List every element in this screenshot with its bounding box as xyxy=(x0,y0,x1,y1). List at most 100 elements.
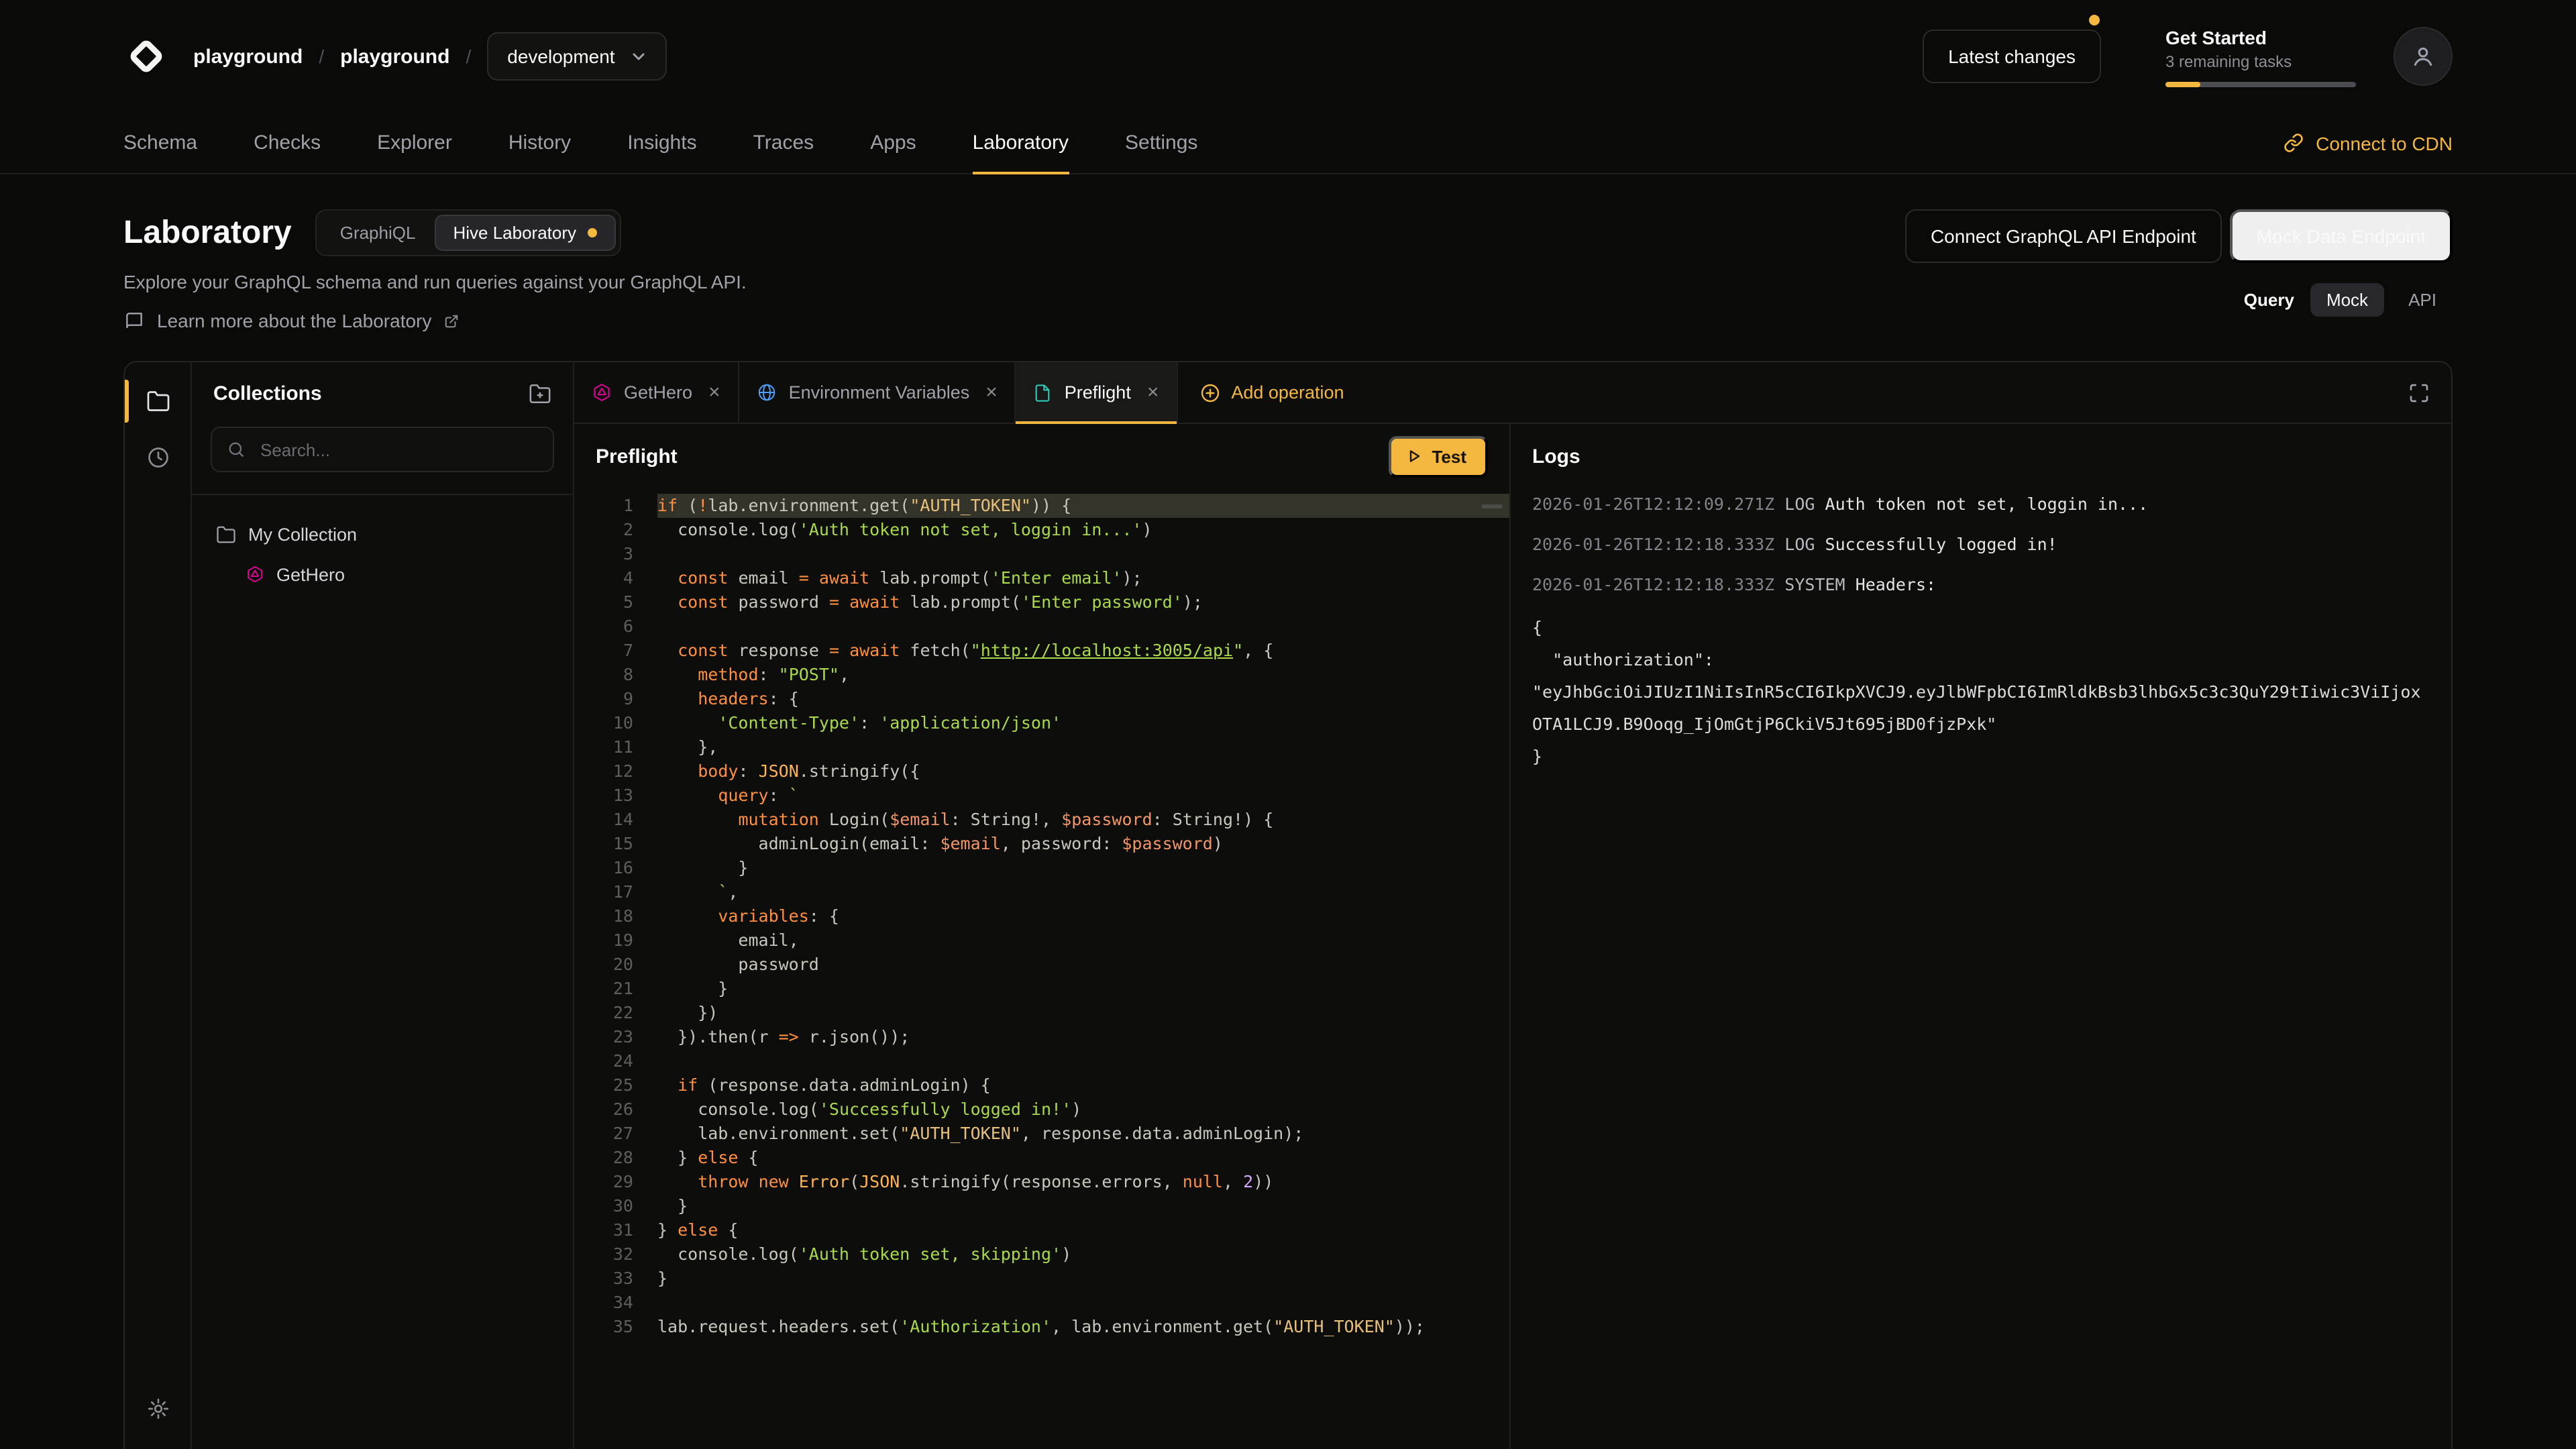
nav-item-explorer[interactable]: Explorer xyxy=(377,113,452,173)
line-number: 25 xyxy=(574,1073,633,1097)
code-line[interactable]: 19 email, xyxy=(574,928,1509,953)
mode-option-hive-laboratory[interactable]: Hive Laboratory xyxy=(434,215,615,251)
latest-changes-button[interactable]: Latest changes xyxy=(1923,30,2101,83)
laboratory-workbench: Collections My Collection xyxy=(123,361,2453,1449)
search-input[interactable] xyxy=(258,438,538,461)
collections-title: Collections xyxy=(213,382,322,405)
mode-option-graphiql[interactable]: GraphiQL xyxy=(321,215,435,251)
code-line[interactable]: 15 adminLogin(email: $email, password: $… xyxy=(574,832,1509,856)
add-operation-button[interactable]: Add operation xyxy=(1177,362,1365,423)
code-line[interactable]: 10 'Content-Type': 'application/json' xyxy=(574,711,1509,735)
collections-panel: Collections My Collection xyxy=(192,362,574,1449)
code-line[interactable]: 3 xyxy=(574,542,1509,566)
nav-item-history[interactable]: History xyxy=(508,113,571,173)
nav-item-apps[interactable]: Apps xyxy=(870,113,916,173)
settings-button[interactable] xyxy=(136,1387,179,1430)
history-panel-button[interactable] xyxy=(136,436,179,479)
code-line[interactable]: 28 } else { xyxy=(574,1146,1509,1170)
line-number: 31 xyxy=(574,1218,633,1242)
editor-area: GetHero × Environment Variables × Prefli… xyxy=(574,362,2451,1449)
nav-item-insights[interactable]: Insights xyxy=(627,113,696,173)
collections-search[interactable] xyxy=(211,427,554,472)
line-number: 8 xyxy=(574,663,633,687)
tab-gethero[interactable]: GetHero × xyxy=(574,362,739,423)
code-line[interactable]: 20 password xyxy=(574,953,1509,977)
collections-folder-icon xyxy=(146,389,170,413)
file-icon xyxy=(1034,383,1053,402)
connect-to-cdn-label: Connect to CDN xyxy=(2316,132,2453,154)
breadcrumb-project[interactable]: playground xyxy=(340,45,449,68)
tab-preflight[interactable]: Preflight × xyxy=(1016,362,1178,423)
code-line[interactable]: 16 } xyxy=(574,856,1509,880)
nav-item-traces[interactable]: Traces xyxy=(753,113,814,173)
close-icon[interactable]: × xyxy=(708,382,720,402)
collection-operation-gethero[interactable]: GetHero xyxy=(205,554,559,594)
code-line[interactable]: 1if (!lab.environment.get("AUTH_TOKEN"))… xyxy=(574,494,1509,518)
target-select[interactable]: development xyxy=(487,32,667,80)
code-line[interactable]: 31} else { xyxy=(574,1218,1509,1242)
code-line[interactable]: 35lab.request.headers.set('Authorization… xyxy=(574,1315,1509,1339)
code-line[interactable]: 30 } xyxy=(574,1194,1509,1218)
code-line[interactable]: 29 throw new Error(JSON.stringify(respon… xyxy=(574,1170,1509,1194)
nav-item-settings[interactable]: Settings xyxy=(1125,113,1197,173)
breadcrumb-separator: / xyxy=(466,46,471,67)
code-line[interactable]: 13 query: ` xyxy=(574,784,1509,808)
tab-environment-variables[interactable]: Environment Variables × xyxy=(739,362,1016,423)
collections-panel-button[interactable] xyxy=(136,380,179,423)
nav-item-checks[interactable]: Checks xyxy=(254,113,321,173)
code-line[interactable]: 7 const response = await fetch("http://l… xyxy=(574,639,1509,663)
code-line[interactable]: 17 `, xyxy=(574,880,1509,904)
code-line[interactable]: 34 xyxy=(574,1291,1509,1315)
tab-label: Environment Variables xyxy=(789,382,970,402)
code-line[interactable]: 9 headers: { xyxy=(574,687,1509,711)
code-line[interactable]: 21 } xyxy=(574,977,1509,1001)
nav-item-laboratory[interactable]: Laboratory xyxy=(973,113,1069,173)
close-icon[interactable]: × xyxy=(1147,382,1159,402)
collection-folder-my-collection[interactable]: My Collection xyxy=(205,514,559,554)
code-line[interactable]: 25 if (response.data.adminLogin) { xyxy=(574,1073,1509,1097)
code-line[interactable]: 33} xyxy=(574,1267,1509,1291)
log-entries[interactable]: 2026-01-26T12:12:09.271Z LOG Auth token … xyxy=(1511,488,2451,794)
page-header: Laboratory GraphiQL Hive Laboratory Expl… xyxy=(0,174,2576,331)
user-avatar[interactable] xyxy=(2394,27,2453,86)
code-line[interactable]: 24 xyxy=(574,1049,1509,1073)
hive-logo-icon[interactable] xyxy=(123,34,169,79)
code-line[interactable]: 5 const password = await lab.prompt('Ent… xyxy=(574,590,1509,614)
line-number: 6 xyxy=(574,614,633,639)
code-line[interactable]: 4 const email = await lab.prompt('Enter … xyxy=(574,566,1509,590)
code-line[interactable]: 22 }) xyxy=(574,1001,1509,1025)
test-button[interactable]: Test xyxy=(1389,435,1488,477)
chevron-down-icon xyxy=(631,48,647,64)
line-number: 7 xyxy=(574,639,633,663)
search-icon xyxy=(227,440,246,459)
editor-scrollbar-thumb[interactable] xyxy=(1481,504,1503,508)
code-line[interactable]: 6 xyxy=(574,614,1509,639)
folder-icon xyxy=(216,524,236,544)
query-mode-api[interactable]: API xyxy=(2392,283,2453,317)
breadcrumb-org[interactable]: playground xyxy=(193,45,303,68)
code-editor[interactable]: 1if (!lab.environment.get("AUTH_TOKEN"))… xyxy=(574,488,1509,1449)
code-line[interactable]: 2 console.log('Auth token not set, loggi… xyxy=(574,518,1509,542)
get-started-widget[interactable]: Get Started 3 remaining tasks xyxy=(2165,26,2356,87)
code-line[interactable]: 26 console.log('Successfully logged in!'… xyxy=(574,1097,1509,1122)
person-icon xyxy=(2410,43,2436,70)
learn-more-link[interactable]: Learn more about the Laboratory xyxy=(123,310,747,331)
connect-to-cdn-link[interactable]: Connect to CDN xyxy=(2284,113,2453,173)
connect-graphql-api-endpoint-button[interactable]: Connect GraphQL API Endpoint xyxy=(1905,209,2222,263)
code-line[interactable]: 32 console.log('Auth token set, skipping… xyxy=(574,1242,1509,1267)
mock-data-endpoint-button[interactable]: Mock Data Endpoint xyxy=(2230,209,2453,263)
line-number: 2 xyxy=(574,518,633,542)
query-mode-mock[interactable]: Mock xyxy=(2310,283,2384,317)
add-folder-icon[interactable] xyxy=(529,382,551,405)
close-icon[interactable]: × xyxy=(985,382,998,402)
code-line[interactable]: 23 }).then(r => r.json()); xyxy=(574,1025,1509,1049)
code-line[interactable]: 8 method: "POST", xyxy=(574,663,1509,687)
code-line[interactable]: 27 lab.environment.set("AUTH_TOKEN", res… xyxy=(574,1122,1509,1146)
code-line[interactable]: 14 mutation Login($email: String!, $pass… xyxy=(574,808,1509,832)
code-line[interactable]: 12 body: JSON.stringify({ xyxy=(574,759,1509,784)
nav-item-schema[interactable]: Schema xyxy=(123,113,197,173)
fullscreen-button[interactable] xyxy=(2387,362,2451,423)
code-line[interactable]: 11 }, xyxy=(574,735,1509,759)
log-entry: 2026-01-26T12:12:18.333Z SYSTEM Headers: xyxy=(1532,572,2430,597)
code-line[interactable]: 18 variables: { xyxy=(574,904,1509,928)
